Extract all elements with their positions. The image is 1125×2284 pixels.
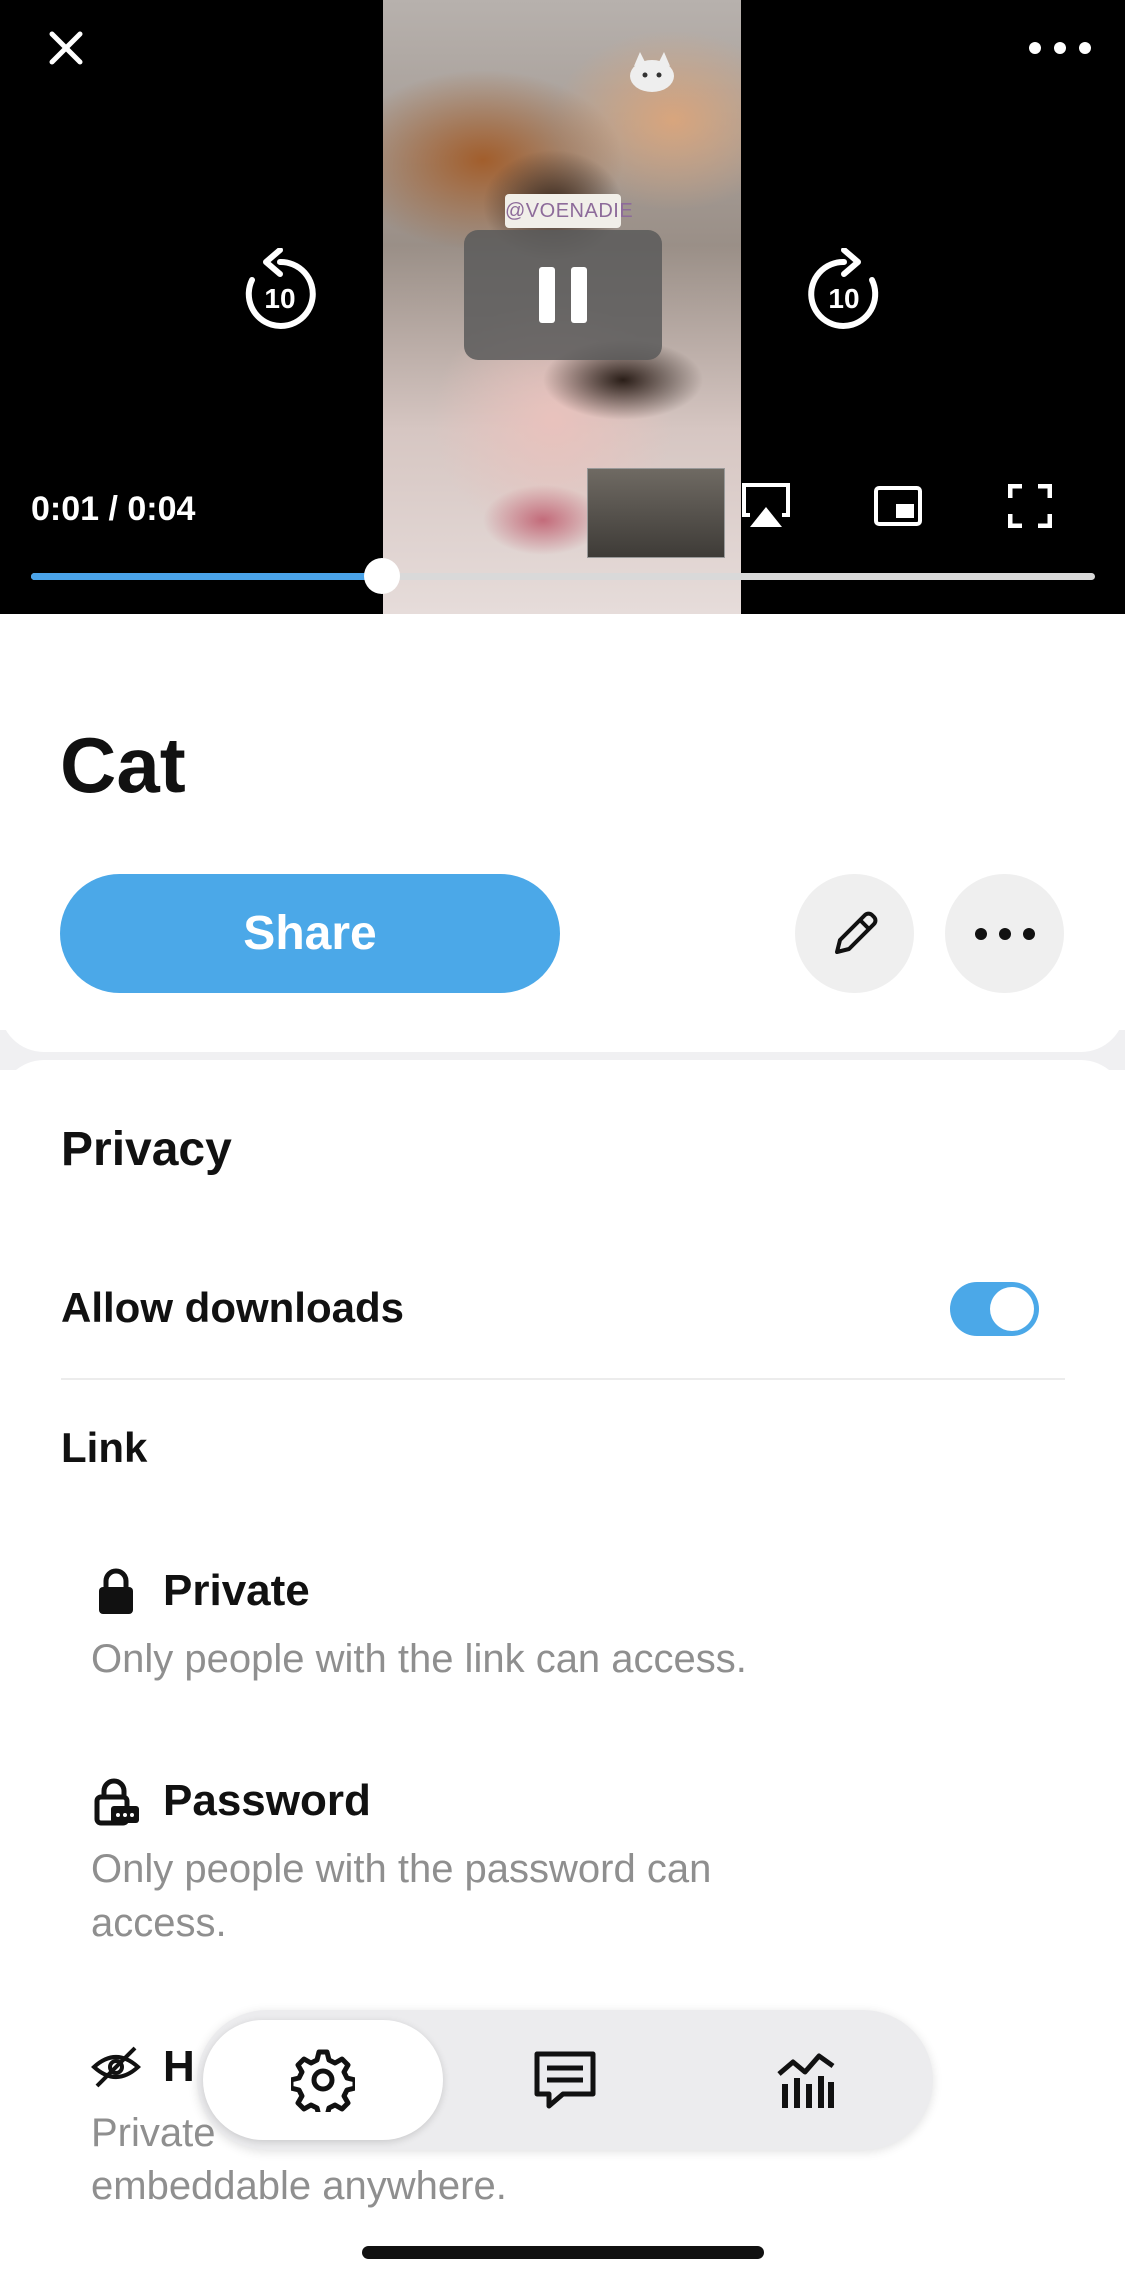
close-icon <box>49 31 83 65</box>
chart-icon <box>777 2053 835 2108</box>
pip-icon <box>874 486 922 526</box>
option-description-line2: embeddable anywhere. <box>91 2164 507 2208</box>
close-button[interactable] <box>40 22 92 74</box>
tab-settings[interactable] <box>203 2020 443 2140</box>
rewind-10-button[interactable]: 10 <box>236 244 324 340</box>
comment-icon <box>534 2051 596 2109</box>
preview-thumbnail <box>587 468 725 558</box>
airplay-icon <box>742 483 790 527</box>
fullscreen-button[interactable] <box>1000 478 1060 534</box>
allow-downloads-label: Allow downloads <box>61 1284 404 1331</box>
link-heading: Link <box>61 1424 148 1471</box>
sticker-cat-icon <box>630 52 674 92</box>
share-button[interactable]: Share <box>60 874 560 993</box>
gear-icon <box>291 2049 355 2112</box>
more-horizontal-icon <box>974 927 1035 940</box>
option-title: Password <box>163 1776 371 1825</box>
picture-in-picture-button[interactable] <box>868 478 928 534</box>
pause-button[interactable] <box>464 230 662 360</box>
more-horizontal-icon <box>1029 42 1091 54</box>
forward-seconds-label: 10 <box>828 283 859 314</box>
privacy-heading: Privacy <box>61 1123 232 1176</box>
pencil-icon <box>834 911 877 954</box>
option-title: H <box>163 2042 195 2091</box>
airplay-button[interactable] <box>736 478 796 534</box>
edit-button[interactable] <box>795 874 914 993</box>
progress-fill <box>31 573 383 580</box>
pause-icon <box>539 267 555 323</box>
option-description: Only people with the password can access… <box>91 1847 712 1945</box>
allow-downloads-toggle[interactable] <box>950 1282 1039 1336</box>
time-display: 0:01 / 0:04 <box>31 490 196 528</box>
rewind-seconds-label: 10 <box>264 283 295 314</box>
password-lock-icon <box>94 1778 139 1826</box>
more-options-button[interactable] <box>945 874 1064 993</box>
eye-slash-icon <box>91 2046 141 2088</box>
option-title: Private <box>163 1566 310 1615</box>
home-indicator[interactable] <box>362 2246 764 2259</box>
player-more-button[interactable] <box>1020 28 1100 68</box>
video-title: Cat <box>60 721 186 809</box>
option-description: Only people with the link can access. <box>91 1637 747 1681</box>
rewind-icon: 10 <box>245 248 316 329</box>
progress-track[interactable] <box>31 558 1095 594</box>
tab-comments[interactable] <box>445 2020 685 2140</box>
divider <box>61 1378 1065 1380</box>
scrubber-handle[interactable] <box>364 558 401 594</box>
forward-icon: 10 <box>808 248 879 329</box>
tab-analytics[interactable] <box>687 2020 927 2140</box>
option-description-line1: Private <box>91 2111 216 2155</box>
fullscreen-icon <box>1008 484 1052 528</box>
video-player[interactable]: @VOENADIE 10 10 0:01 / 0:04 <box>0 0 1125 614</box>
toggle-knob <box>990 1287 1034 1331</box>
video-watermark: @VOENADIE <box>505 194 633 228</box>
lock-icon <box>99 1568 133 1614</box>
forward-10-button[interactable]: 10 <box>800 244 888 340</box>
bottom-tab-bar <box>197 2010 933 2150</box>
